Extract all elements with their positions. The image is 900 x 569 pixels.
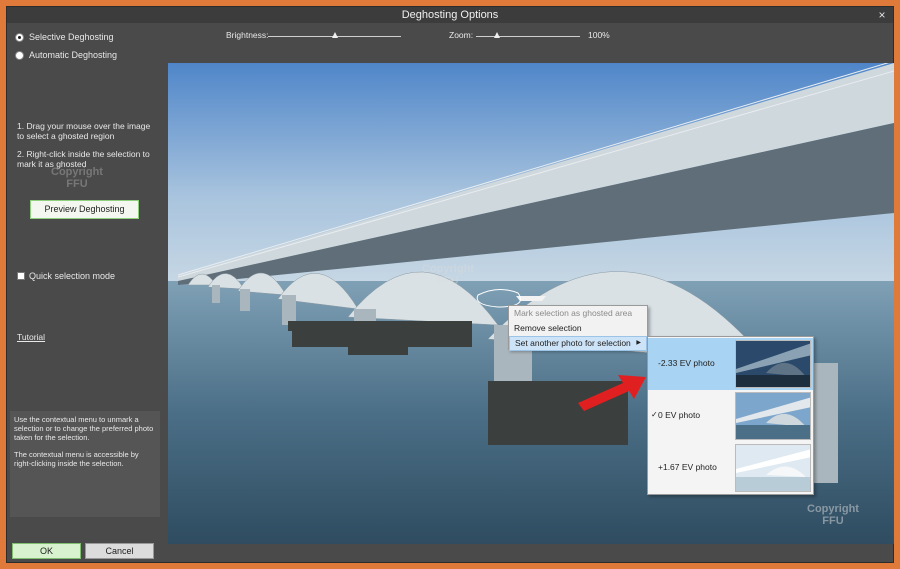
submenu-item-plus-1-67-ev[interactable]: +1.67 EV photo xyxy=(648,442,813,494)
image-preview[interactable]: Copyright FFU Copyright FFU Mark selecti… xyxy=(168,63,894,544)
tutorial-link[interactable]: Tutorial xyxy=(17,332,45,342)
left-panel: Selective Deghosting Automatic Deghostin… xyxy=(7,23,167,564)
menu-item-mark-ghosted[interactable]: Mark selection as ghosted area xyxy=(509,306,647,321)
quick-selection-option[interactable]: Quick selection mode xyxy=(17,271,115,281)
brightness-label: Brightness: xyxy=(226,30,269,40)
info-box: Use the contextual menu to unmark a sele… xyxy=(10,411,160,517)
deghosting-dialog: Deghosting Options × Selective Deghostin… xyxy=(6,6,894,563)
photo-thumbnail-dark xyxy=(735,340,811,388)
title-bar: Deghosting Options × xyxy=(7,7,893,23)
radio-selected-icon[interactable] xyxy=(15,32,24,42)
zoom-slider-thumb[interactable] xyxy=(494,32,500,38)
selective-deghosting-option[interactable]: Selective Deghosting xyxy=(15,32,114,42)
zoom-value: 100% xyxy=(588,30,610,40)
image-watermark-corner: Copyright FFU xyxy=(807,503,859,527)
image-watermark: Copyright FFU xyxy=(422,263,474,287)
check-icon: ✓ xyxy=(651,410,658,419)
close-button[interactable]: × xyxy=(875,7,889,23)
cancel-button[interactable]: Cancel xyxy=(85,543,154,559)
photo-thumbnail-bright xyxy=(735,444,811,492)
copyright-watermark: Copyright FFU xyxy=(51,166,103,190)
ok-button[interactable]: OK xyxy=(12,543,81,559)
preview-deghosting-button[interactable]: Preview Deghosting xyxy=(30,200,139,219)
submenu-item-0-ev[interactable]: ✓ 0 EV photo xyxy=(648,390,813,442)
menu-item-remove-selection[interactable]: Remove selection xyxy=(509,321,647,336)
selection-context-menu: Mark selection as ghosted area Remove se… xyxy=(508,305,648,351)
automatic-deghosting-option[interactable]: Automatic Deghosting xyxy=(15,50,117,60)
window-title: Deghosting Options xyxy=(401,9,499,21)
info-paragraph-2: The contextual menu is accessible by rig… xyxy=(14,450,139,468)
submenu-item-minus-2-33-ev[interactable]: -2.33 EV photo xyxy=(648,338,813,390)
close-icon: × xyxy=(878,8,886,22)
checkbox-icon[interactable] xyxy=(17,272,25,280)
zoom-slider-track[interactable] xyxy=(476,36,580,37)
menu-item-set-another-photo[interactable]: Set another photo for selection ▶ xyxy=(509,336,647,351)
instruction-step-1: 1. Drag your mouse over the image to sel… xyxy=(17,121,151,141)
automatic-deghosting-label: Automatic Deghosting xyxy=(29,50,118,60)
submenu-arrow-icon: ▶ xyxy=(636,340,641,346)
photo-submenu: -2.33 EV photo ✓ 0 EV photo +1.67 EV pho… xyxy=(647,336,814,495)
quick-selection-label: Quick selection mode xyxy=(29,271,116,281)
zoom-label: Zoom: xyxy=(449,30,474,40)
radio-unselected-icon[interactable] xyxy=(15,50,24,60)
brightness-slider-thumb[interactable] xyxy=(332,32,338,38)
info-paragraph-1: Use the contextual menu to unmark a sele… xyxy=(14,415,154,442)
selective-deghosting-label: Selective Deghosting xyxy=(29,32,114,42)
photo-thumbnail-normal xyxy=(735,392,811,440)
